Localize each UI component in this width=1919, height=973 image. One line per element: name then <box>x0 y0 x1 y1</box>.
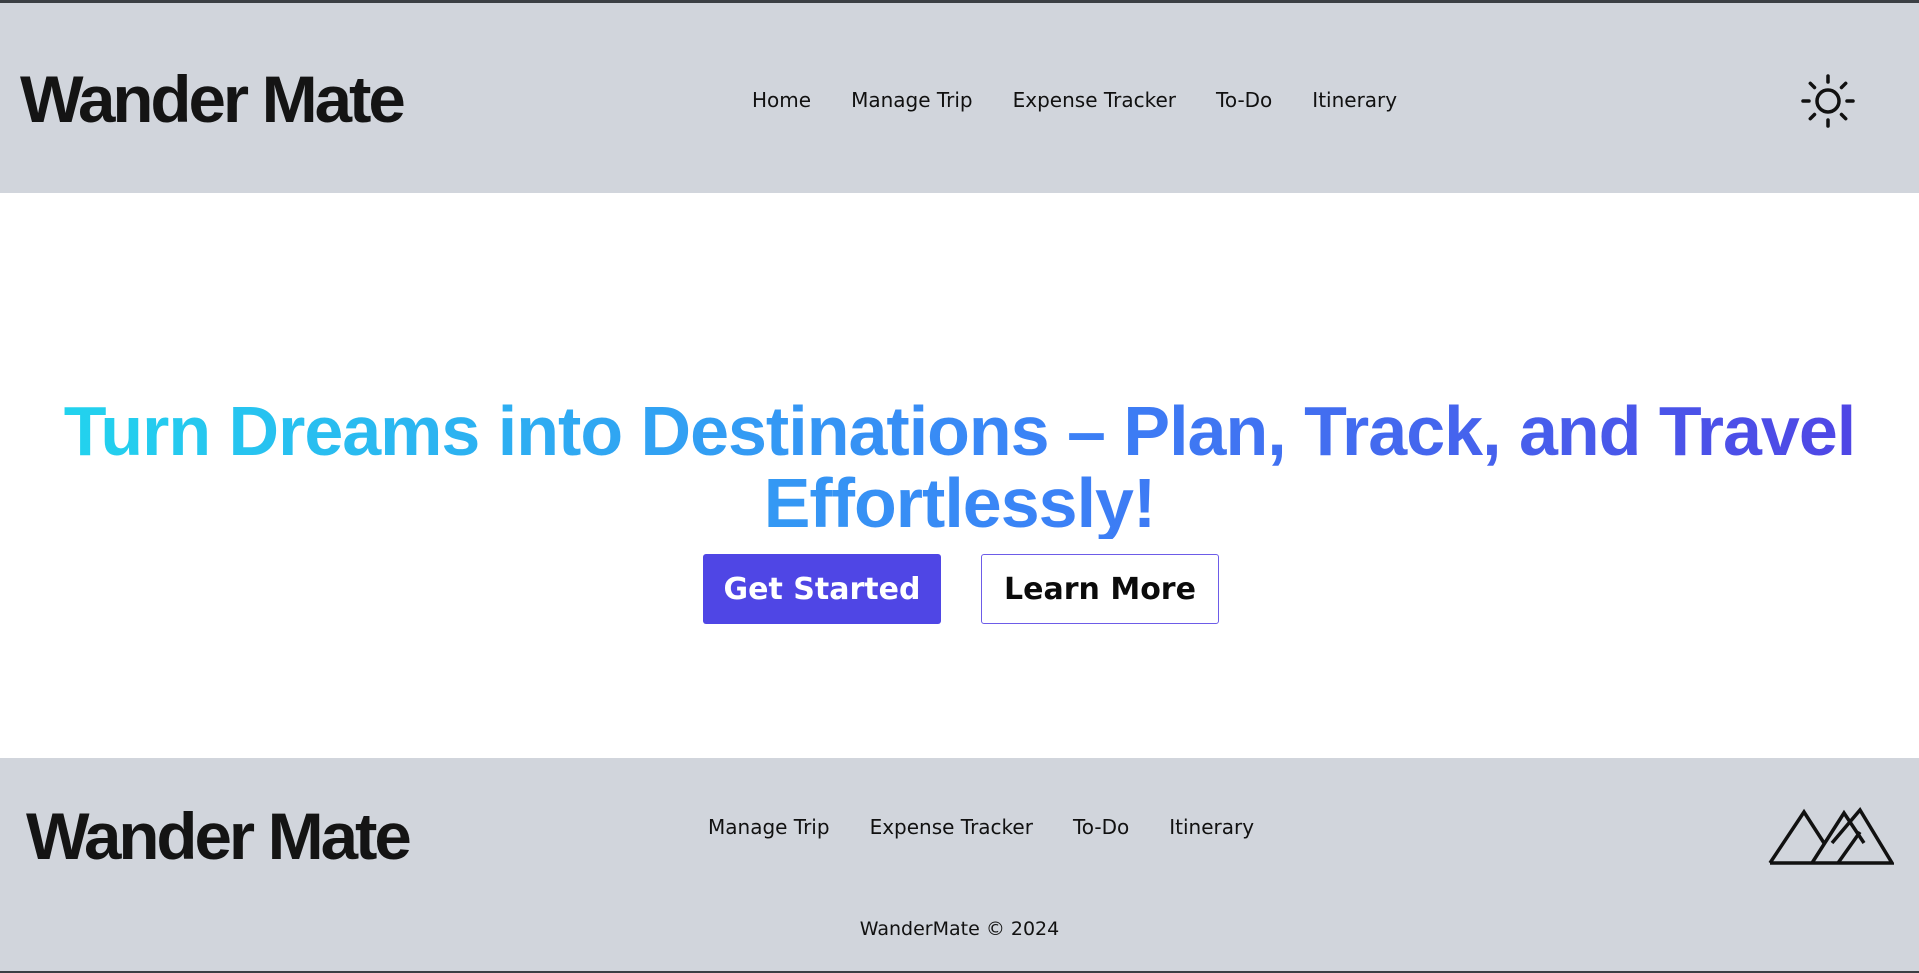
site-header: Wander Mate Home Manage Trip Expense Tra… <box>0 3 1919 193</box>
footer-link-expense-tracker[interactable]: Expense Tracker <box>870 815 1033 839</box>
learn-more-button[interactable]: Learn More <box>981 554 1219 624</box>
get-started-button[interactable]: Get Started <box>703 554 941 624</box>
nav-link-manage-trip[interactable]: Manage Trip <box>851 88 973 112</box>
nav-link-expense-tracker[interactable]: Expense Tracker <box>1013 88 1176 112</box>
nav-link-home[interactable]: Home <box>752 88 811 112</box>
copyright-text: WanderMate © 2024 <box>859 918 1060 940</box>
footer-link-to-do[interactable]: To-Do <box>1073 815 1129 839</box>
hero-section: Turn Dreams into Destinations – Plan, Tr… <box>0 193 1919 758</box>
sun-icon <box>1801 74 1855 128</box>
nav-link-itinerary[interactable]: Itinerary <box>1312 88 1397 112</box>
mountains-icon <box>1768 807 1894 865</box>
footer-logo[interactable]: Wander Mate <box>26 798 412 874</box>
main-nav: Home Manage Trip Expense Tracker To-Do I… <box>752 85 1437 115</box>
nav-link-to-do[interactable]: To-Do <box>1216 88 1272 112</box>
footer-nav: Manage Trip Expense Tracker To-Do Itiner… <box>708 812 1294 842</box>
site-footer: Wander Mate Manage Trip Expense Tracker … <box>0 758 1919 971</box>
site-logo[interactable]: Wander Mate <box>20 61 406 137</box>
footer-link-itinerary[interactable]: Itinerary <box>1169 815 1254 839</box>
hero-headline: Turn Dreams into Destinations – Plan, Tr… <box>60 395 1859 539</box>
footer-link-manage-trip[interactable]: Manage Trip <box>708 815 830 839</box>
theme-toggle-button[interactable] <box>1800 73 1856 129</box>
